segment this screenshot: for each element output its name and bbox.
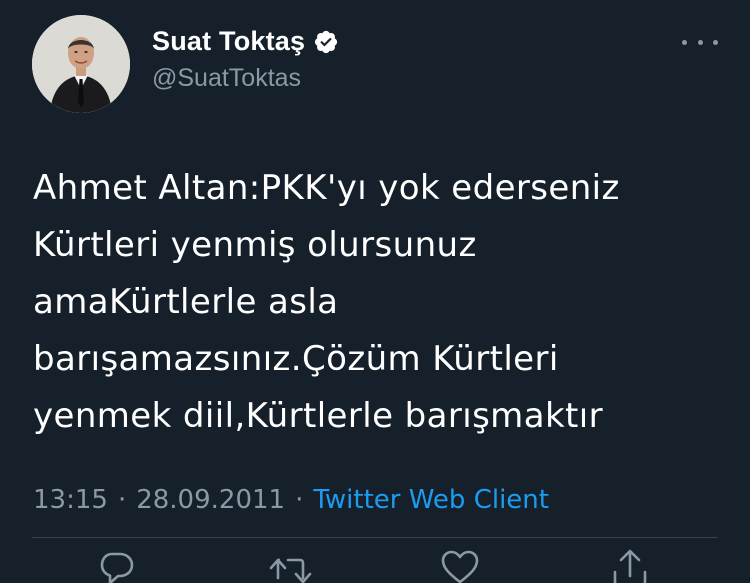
tweet-card: Suat Toktaş @SuatToktas Ahmet Altan:PKK'… bbox=[0, 0, 750, 583]
tweet-text-line: Kürtleri yenmiş olursunuz bbox=[33, 225, 477, 265]
tweet-text: Ahmet Altan:PKK'yı yok ederseniz Kürtler… bbox=[33, 160, 713, 445]
meta-separator: · bbox=[117, 485, 127, 515]
action-bar bbox=[0, 548, 750, 583]
author-name-row: Suat Toktaş bbox=[152, 26, 339, 57]
divider bbox=[32, 537, 718, 538]
avatar-image bbox=[32, 15, 130, 113]
tweet-time[interactable]: 13:15 bbox=[33, 485, 108, 515]
tweet-metadata: 13:15 · 28.09.2011 · Twitter Web Client bbox=[33, 485, 549, 515]
tweet-text-line: yenmek diil,Kürtlerle barışmaktır bbox=[33, 396, 603, 436]
share-button[interactable] bbox=[610, 548, 650, 583]
retweet-button[interactable] bbox=[268, 548, 312, 583]
reply-button[interactable] bbox=[96, 548, 136, 583]
more-horizontal-icon[interactable] bbox=[682, 30, 718, 54]
like-button[interactable] bbox=[440, 548, 480, 583]
share-icon bbox=[613, 549, 647, 583]
tweet-source-link[interactable]: Twitter Web Client bbox=[313, 485, 549, 515]
tweet-text-line: Ahmet Altan:PKK'yı yok ederseniz bbox=[33, 168, 620, 208]
retweet-icon bbox=[269, 558, 312, 583]
avatar[interactable] bbox=[32, 15, 130, 113]
more-dot bbox=[713, 39, 718, 45]
tweet-date[interactable]: 28.09.2011 bbox=[136, 485, 285, 515]
verified-badge-icon bbox=[315, 30, 338, 53]
meta-separator: · bbox=[295, 485, 304, 515]
author-display-name[interactable]: Suat Toktaş bbox=[152, 26, 305, 57]
more-dot bbox=[682, 39, 687, 45]
author-handle[interactable]: @SuatToktas bbox=[152, 64, 301, 93]
reply-icon bbox=[100, 552, 134, 583]
tweet-text-line: barışamazsınız.Çözüm Kürtleri bbox=[33, 339, 559, 379]
tweet-text-line: amaKürtlerle asla bbox=[33, 282, 339, 322]
heart-icon bbox=[441, 550, 479, 583]
more-dot bbox=[697, 39, 703, 45]
